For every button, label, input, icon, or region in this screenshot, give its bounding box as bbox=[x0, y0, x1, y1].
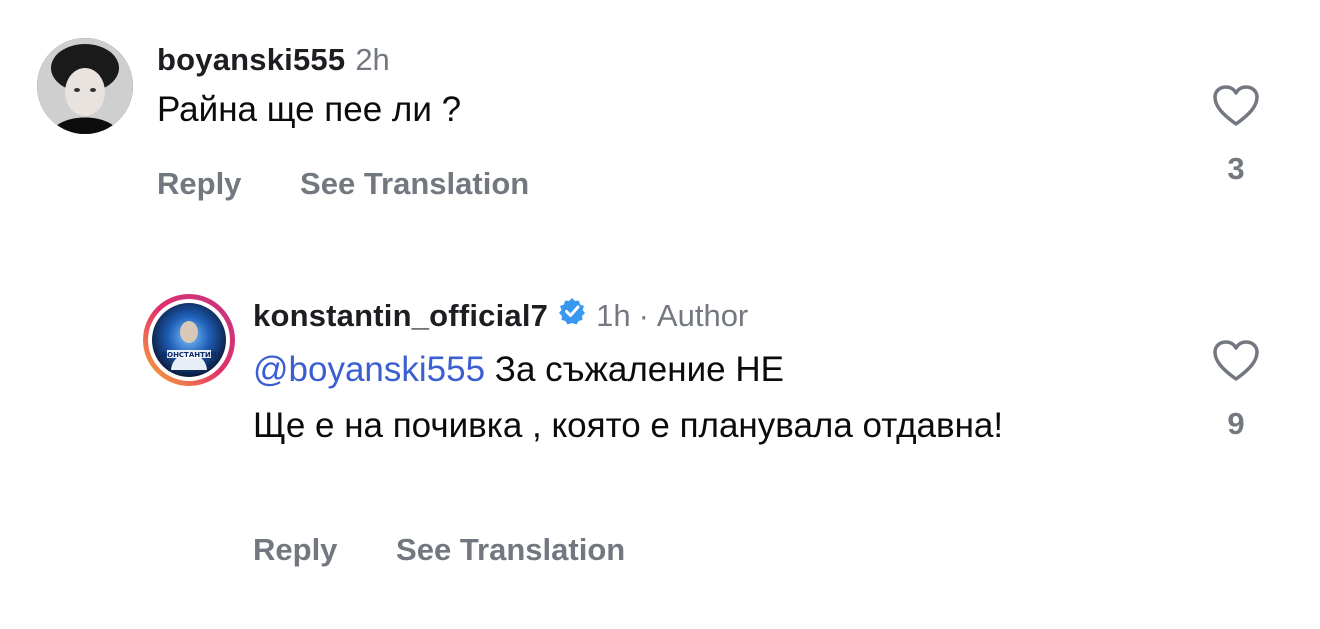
comment-time: 1h bbox=[596, 298, 631, 333]
comment-text-line1: За съжаление НЕ bbox=[485, 350, 784, 389]
comment-konstantin-official7: konstantin_official7 1h · Author @boyanski… bbox=[253, 296, 1053, 454]
like-button[interactable]: 3 bbox=[1211, 84, 1261, 187]
avatar-text: КОНСТАНТИН bbox=[161, 351, 216, 359]
mention-link[interactable]: @boyanski555 bbox=[253, 350, 485, 389]
comment-username[interactable]: boyanski555 bbox=[157, 42, 345, 77]
avatar-konstantin-official7[interactable]: КОНСТАНТИН bbox=[141, 292, 237, 388]
like-count: 9 bbox=[1227, 406, 1245, 441]
heart-icon bbox=[1213, 340, 1259, 381]
comment-text: Райна ще пее ли ? bbox=[157, 90, 462, 129]
comment-boyanski555: boyanski555 2h Райна ще пее ли ? bbox=[157, 40, 461, 138]
verified-badge-icon bbox=[558, 297, 586, 341]
comment-actions: Reply See Translation bbox=[253, 532, 625, 568]
comment-username[interactable]: konstantin_official7 bbox=[253, 298, 548, 333]
author-badge: Author bbox=[656, 298, 749, 333]
see-translation-button[interactable]: See Translation bbox=[396, 532, 625, 567]
like-button[interactable]: 9 bbox=[1211, 339, 1261, 442]
comment-actions: Reply See Translation bbox=[157, 166, 529, 202]
comment-text-line2: Ще е на почивка , която е планувала отда… bbox=[253, 406, 1004, 445]
heart-icon bbox=[1213, 85, 1259, 126]
avatar-boyanski555[interactable] bbox=[37, 38, 133, 134]
comment-time: 2h bbox=[355, 42, 390, 77]
see-translation-button[interactable]: See Translation bbox=[300, 166, 529, 201]
avatar-photo bbox=[37, 38, 133, 134]
reply-button[interactable]: Reply bbox=[253, 532, 337, 567]
like-count: 3 bbox=[1227, 151, 1245, 186]
comment-text: @boyanski555 За съжаление НЕ Ще е на поч… bbox=[253, 342, 1053, 454]
separator-dot: · bbox=[638, 298, 649, 333]
reply-button[interactable]: Reply bbox=[157, 166, 241, 201]
avatar-story-ring: КОНСТАНТИН bbox=[143, 294, 235, 386]
